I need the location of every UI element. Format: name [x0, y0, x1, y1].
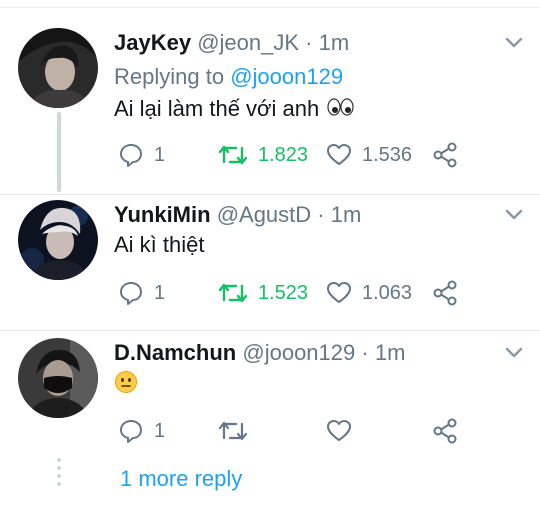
share-button[interactable] [432, 416, 458, 446]
share-icon [433, 280, 457, 306]
tweet-text [114, 370, 138, 402]
neutral-face-emoji-icon [114, 370, 138, 402]
reply-count: 1 [154, 143, 166, 166]
like-button[interactable]: 1.063 [326, 278, 412, 308]
separator-dot: · [317, 202, 325, 227]
share-button[interactable] [432, 278, 458, 308]
tweet-header: JayKey @jeon_JK · 1m [114, 28, 349, 58]
tweet-divider [0, 194, 540, 195]
retweet-icon [218, 421, 248, 441]
user-handle[interactable]: @jooon129 [242, 340, 355, 365]
replying-to-label: Replying to [114, 64, 225, 89]
display-name[interactable]: D.Namchun [114, 340, 236, 365]
timestamp[interactable]: 1m [375, 340, 406, 365]
tweet-header: D.Namchun @jooon129 · 1m [114, 338, 405, 368]
display-name[interactable]: YunkiMin [114, 202, 211, 227]
reply-button[interactable]: 1 [118, 140, 165, 170]
reply-icon [120, 144, 142, 167]
top-divider [0, 0, 540, 8]
reply-button[interactable]: 1 [118, 278, 165, 308]
replying-to: Replying to @jooon129 [114, 62, 343, 92]
avatar[interactable] [18, 200, 98, 280]
reply-count: 1 [154, 419, 166, 442]
tweet-header: YunkiMin @AgustD · 1m [114, 200, 361, 230]
display-name[interactable]: JayKey [114, 30, 191, 55]
thread-continuation-dots [57, 458, 61, 490]
tweet-text-content: Ai kì thiệt [114, 232, 205, 257]
reply-count: 1 [154, 281, 166, 304]
separator-dot: · [305, 30, 313, 55]
replying-to-mention[interactable]: @jooon129 [230, 64, 343, 89]
retweet-button[interactable]: 1.523 [218, 278, 308, 308]
share-icon [433, 418, 457, 444]
retweet-button[interactable] [218, 416, 248, 446]
like-button[interactable] [326, 416, 352, 446]
like-button[interactable]: 1.536 [326, 140, 412, 170]
heart-icon [327, 144, 351, 165]
tweet-text-content: Ai lại làm thế với anh [114, 96, 320, 121]
retweet-icon [218, 145, 248, 165]
tweet-text: Ai lại làm thế với anh [114, 94, 355, 125]
tweet-text: Ai kì thiệt [114, 230, 204, 260]
tweet-dnamchun[interactable]: D.Namchun @jooon129 · 1m 1 [0, 338, 540, 458]
retweet-icon [218, 283, 248, 303]
tweet-actions: 1 1.823 1.536 [114, 140, 524, 170]
retweet-button[interactable]: 1.823 [218, 140, 308, 170]
chevron-down-icon[interactable] [502, 34, 526, 52]
share-button[interactable] [432, 140, 458, 170]
avatar[interactable] [18, 338, 98, 418]
tweet-yunkimin[interactable]: YunkiMin @AgustD · 1m Ai kì thiệt 1 1.52… [0, 200, 540, 320]
eyes-emoji-icon [325, 95, 355, 125]
retweet-count: 1.523 [258, 281, 309, 304]
timestamp[interactable]: 1m [319, 30, 350, 55]
share-icon [433, 142, 457, 168]
tweet-actions: 1 1.523 1.063 [114, 278, 524, 308]
tweet-jaykey[interactable]: JayKey @jeon_JK · 1m Replying to @jooon1… [0, 28, 540, 192]
reply-button[interactable]: 1 [118, 416, 165, 446]
like-count: 1.536 [362, 143, 413, 166]
more-replies-link[interactable]: 1 more reply [120, 464, 242, 494]
reply-icon [120, 282, 142, 305]
separator-dot: · [361, 340, 369, 365]
chevron-down-icon[interactable] [502, 206, 526, 224]
retweet-count: 1.823 [258, 143, 309, 166]
reply-icon [120, 420, 142, 443]
tweet-actions: 1 [114, 416, 524, 446]
like-count: 1.063 [362, 281, 413, 304]
user-handle[interactable]: @jeon_JK [197, 30, 299, 55]
thread-line [57, 112, 61, 192]
heart-icon [327, 420, 351, 441]
user-handle[interactable]: @AgustD [217, 202, 311, 227]
tweet-divider [0, 330, 540, 331]
timestamp[interactable]: 1m [331, 202, 362, 227]
avatar[interactable] [18, 28, 98, 108]
heart-icon [327, 282, 351, 303]
chevron-down-icon[interactable] [502, 344, 526, 362]
